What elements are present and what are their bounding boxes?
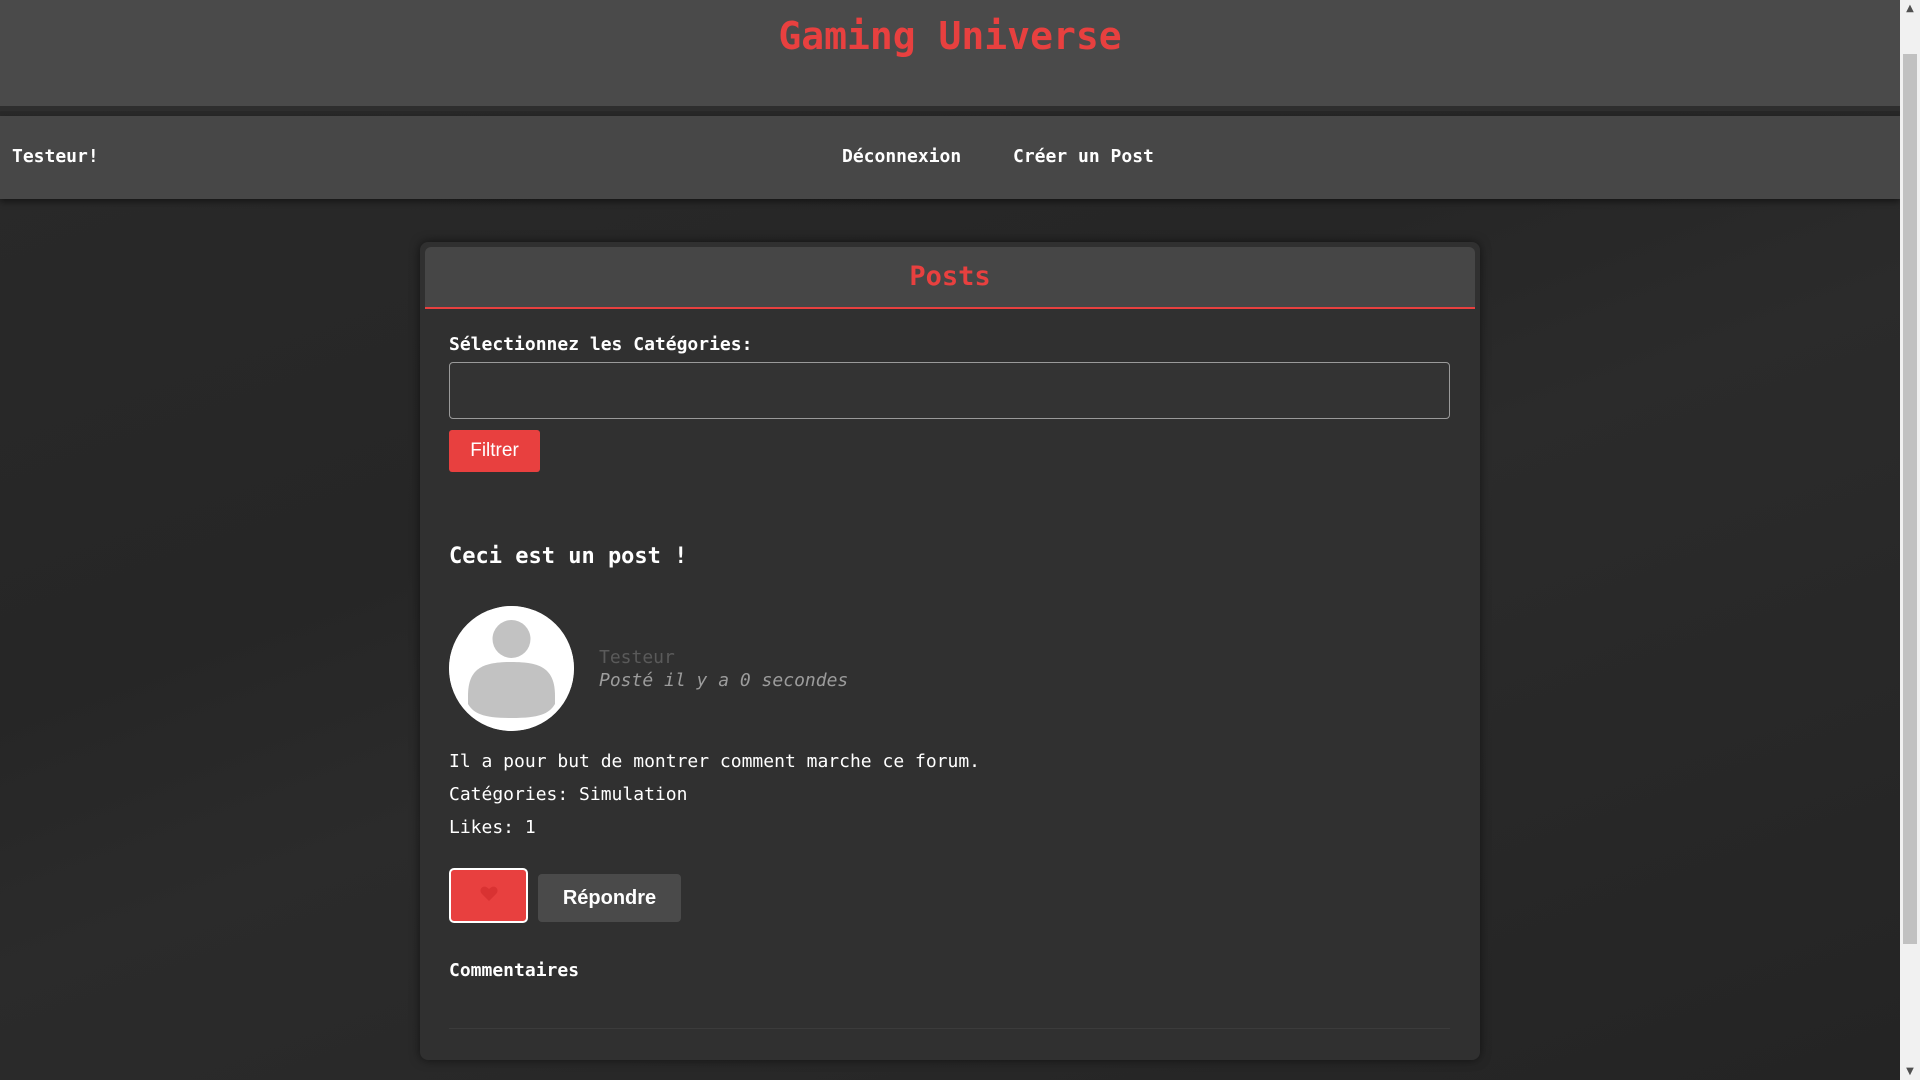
heart-icon <box>480 886 498 905</box>
post-timestamp: Posté il y a 0 secondes <box>599 670 849 691</box>
category-filter-label: Sélectionnez les Catégories: <box>449 334 753 355</box>
user-avatar-icon <box>449 606 574 731</box>
create-post-link[interactable]: Créer un Post <box>1013 146 1154 167</box>
user-greeting: Testeur! <box>12 146 99 167</box>
scroll-down-arrow-icon[interactable]: ▼ <box>1900 1063 1920 1080</box>
post-likes: Likes: 1 <box>449 817 536 838</box>
post-categories: Catégories: Simulation <box>449 784 688 805</box>
site-header: Gaming Universe <box>0 0 1900 111</box>
scroll-up-arrow-icon[interactable]: ▲ <box>1900 0 1920 17</box>
logout-link[interactable]: Déconnexion <box>842 146 961 167</box>
post-body: Il a pour but de montrer comment marche … <box>449 751 981 772</box>
post-author: Testeur <box>599 647 675 668</box>
posts-card-title: Posts <box>909 261 991 292</box>
filter-button[interactable]: Filtrer <box>449 430 540 472</box>
navbar: Testeur! Déconnexion Créer un Post <box>0 116 1900 199</box>
posts-card-header: Posts <box>425 247 1475 309</box>
reply-button[interactable]: Répondre <box>538 874 681 922</box>
page: Gaming Universe Testeur! Déconnexion Cré… <box>0 0 1900 1080</box>
site-title: Gaming Universe <box>778 14 1122 58</box>
vertical-scrollbar[interactable]: ▲ ▼ <box>1900 0 1920 1080</box>
category-select[interactable] <box>449 362 1450 419</box>
comments-heading: Commentaires <box>449 960 580 981</box>
post-title: Ceci est un post ! <box>449 544 688 569</box>
scrollbar-thumb[interactable] <box>1903 54 1917 944</box>
like-button[interactable] <box>449 868 528 923</box>
comments-divider <box>449 1028 1450 1029</box>
posts-card: Posts Sélectionnez les Catégories: Filtr… <box>420 242 1480 1060</box>
